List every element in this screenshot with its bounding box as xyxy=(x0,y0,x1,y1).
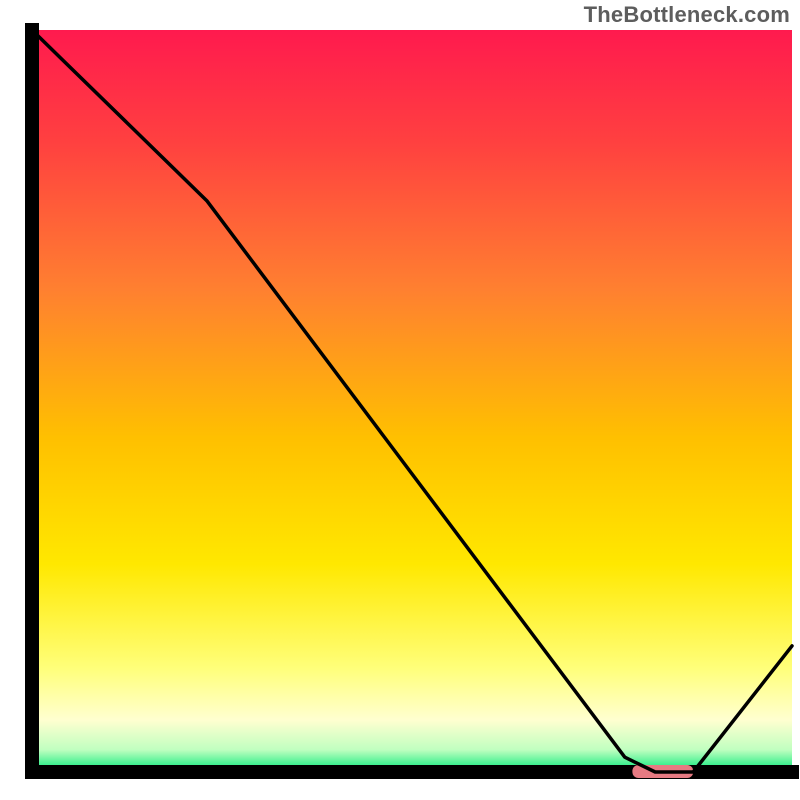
chart-container: TheBottleneck.com xyxy=(0,0,800,800)
chart-svg xyxy=(0,0,800,800)
watermark-text: TheBottleneck.com xyxy=(584,2,790,28)
